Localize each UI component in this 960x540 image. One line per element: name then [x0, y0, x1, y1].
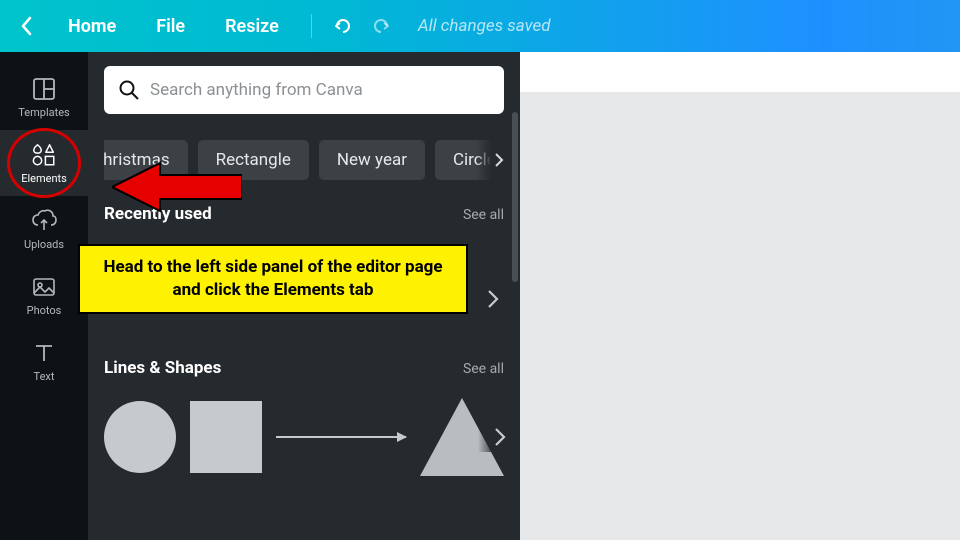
- text-icon: [31, 340, 57, 366]
- redo-button[interactable]: [362, 7, 400, 45]
- templates-icon: [31, 76, 57, 102]
- see-all-recently-used[interactable]: See all: [463, 207, 504, 223]
- sidebar-tab-label: Templates: [18, 106, 69, 119]
- chip-rectangle[interactable]: Rectangle: [198, 140, 309, 180]
- sidebar-tab-label: Uploads: [24, 238, 64, 251]
- search-input[interactable]: [150, 80, 490, 100]
- sidebar-tab-label: Elements: [21, 172, 67, 185]
- instruction-callout: Head to the left side panel of the edito…: [78, 244, 468, 314]
- divider: [311, 14, 312, 38]
- sidebar-tab-elements[interactable]: Elements: [0, 130, 88, 196]
- photos-icon: [31, 274, 57, 300]
- undo-icon: [332, 15, 354, 37]
- recently-used-scroll-right[interactable]: [478, 284, 508, 314]
- search-box[interactable]: [104, 66, 504, 114]
- redo-icon: [370, 15, 392, 37]
- uploads-icon: [31, 208, 57, 234]
- undo-button[interactable]: [324, 7, 362, 45]
- shape-square[interactable]: [190, 401, 262, 473]
- sidebar-tab-label: Photos: [27, 304, 62, 317]
- sidebar-tab-label: Text: [34, 370, 55, 383]
- back-button[interactable]: [16, 15, 38, 37]
- section-lines-shapes: Lines & Shapes See all: [104, 358, 504, 378]
- file-menu[interactable]: File: [136, 16, 205, 37]
- chevron-right-icon: [494, 152, 504, 168]
- sidebar: Templates Elements Uploads: [0, 52, 88, 540]
- search-icon: [118, 79, 140, 101]
- save-status: All changes saved: [418, 16, 551, 36]
- canvas[interactable]: [520, 52, 960, 540]
- shape-arrow-line[interactable]: [276, 436, 406, 438]
- resize-menu[interactable]: Resize: [205, 16, 299, 37]
- see-all-lines-shapes[interactable]: See all: [463, 361, 504, 377]
- section-recently-used: Recently used See all: [104, 204, 504, 224]
- lines-shapes-row: [104, 392, 504, 482]
- shape-circle[interactable]: [104, 401, 176, 473]
- home-link[interactable]: Home: [48, 16, 136, 37]
- section-title: Lines & Shapes: [104, 358, 221, 378]
- chevron-right-icon: [494, 427, 506, 447]
- chevron-left-icon: [20, 16, 34, 36]
- main-area: Templates Elements Uploads: [0, 52, 960, 540]
- top-toolbar: Home File Resize All changes saved: [0, 0, 960, 52]
- scrollbar-thumb[interactable]: [512, 112, 518, 282]
- suggestion-chips: Christmas Rectangle New year Circle: [104, 140, 504, 180]
- sidebar-tab-templates[interactable]: Templates: [0, 64, 88, 130]
- section-title: Recently used: [104, 204, 212, 224]
- chip-new-year[interactable]: New year: [319, 140, 425, 180]
- chip-christmas[interactable]: Christmas: [104, 140, 188, 180]
- elements-panel: Christmas Rectangle New year Circle Rece…: [88, 52, 520, 540]
- sidebar-tab-photos[interactable]: Photos: [0, 262, 88, 328]
- lines-shapes-scroll-right[interactable]: [478, 422, 508, 452]
- sidebar-tab-text[interactable]: Text: [0, 328, 88, 394]
- chevron-right-icon: [487, 289, 499, 309]
- chips-scroll-right[interactable]: [476, 140, 504, 180]
- elements-icon: [31, 142, 57, 168]
- sidebar-tab-uploads[interactable]: Uploads: [0, 196, 88, 262]
